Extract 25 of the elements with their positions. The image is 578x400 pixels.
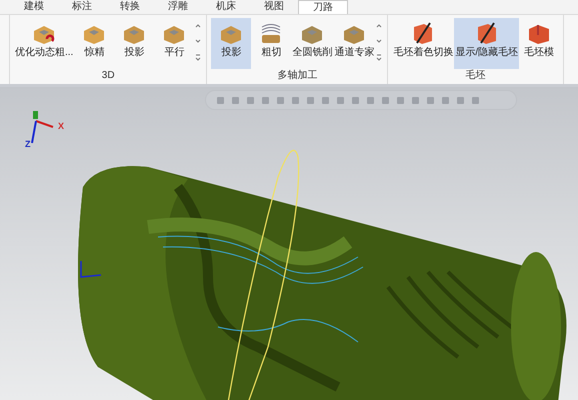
ribbon-tab[interactable]: 标注 — [58, 0, 106, 14]
ribbon-tab[interactable]: 建模 — [10, 0, 58, 14]
local-axis-icon — [79, 259, 103, 279]
group-label: 毛坯 — [466, 70, 486, 82]
ribbon-tab[interactable]: 视图 — [250, 0, 298, 14]
axis-triad-icon — [31, 111, 55, 145]
ribbon-button[interactable]: 毛坯模 — [519, 18, 560, 69]
ribbon-tab[interactable]: 刀路 — [298, 0, 348, 14]
ribbon-button[interactable]: 投影 — [114, 18, 154, 69]
axis-label: X — [58, 121, 64, 131]
ribbon-button[interactable]: 粗切 — [251, 18, 292, 69]
ribbon-button[interactable]: 平行 — [154, 18, 194, 69]
group-label: 3D — [102, 70, 115, 82]
ribbon-button[interactable]: 投影 — [211, 18, 252, 69]
ribbon-tab[interactable]: 转换 — [106, 0, 154, 14]
ribbon-button[interactable]: 显示/隐藏毛坯 — [454, 18, 520, 69]
ribbon-tab[interactable]: 浮雕 — [154, 0, 202, 14]
axis-label: Z — [25, 139, 30, 149]
ribbon-button[interactable]: 惊精 — [74, 18, 114, 69]
group-label: 多轴加工 — [277, 70, 318, 82]
ribbon-button[interactable]: 全圆铣削 — [291, 18, 334, 69]
ribbon-button[interactable]: 毛坯着色切换 — [392, 18, 454, 69]
ribbon-button[interactable]: 通道专家 — [333, 18, 376, 69]
ribbon-tab[interactable]: 机床 — [202, 0, 250, 14]
ribbon-button[interactable]: 优化动态粗... — [14, 18, 74, 69]
